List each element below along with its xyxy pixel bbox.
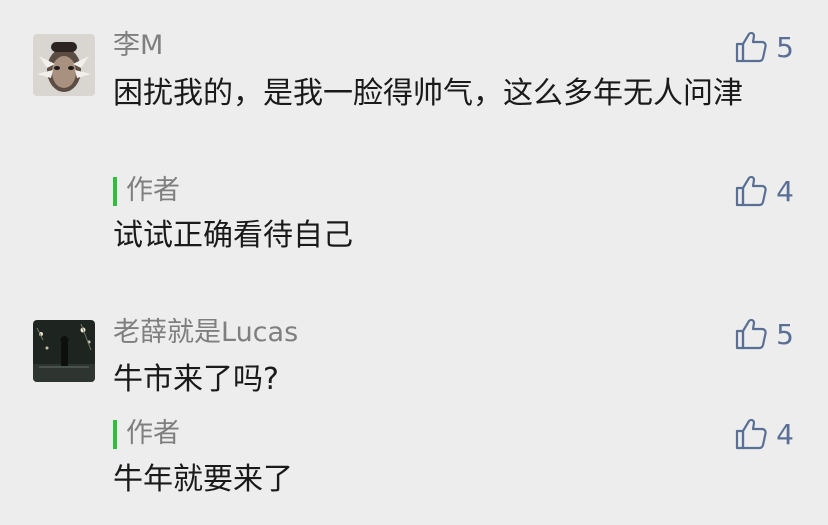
author-reply-tag: 作者 — [113, 417, 180, 451]
reply-text: 牛年就要来了 — [113, 462, 293, 497]
author-label: 作者 — [126, 418, 180, 449]
thumbs-up-icon — [734, 417, 768, 451]
avatar[interactable] — [33, 320, 95, 382]
like-button[interactable]: 5 — [734, 316, 794, 352]
avatar-image — [33, 320, 95, 382]
comment-text: 牛市来了吗? — [113, 362, 279, 397]
author-indicator-bar — [113, 419, 117, 449]
comment-nickname[interactable]: 老薛就是Lucas — [113, 316, 298, 350]
like-count: 4 — [776, 417, 794, 451]
thumbs-up-icon — [734, 317, 768, 351]
like-count: 5 — [776, 317, 794, 351]
reply-like-button[interactable]: 4 — [734, 416, 794, 452]
comment-item: 老薛就是Lucas 5 牛市来了吗? 作者 4 牛年就要来了 — [0, 0, 828, 525]
